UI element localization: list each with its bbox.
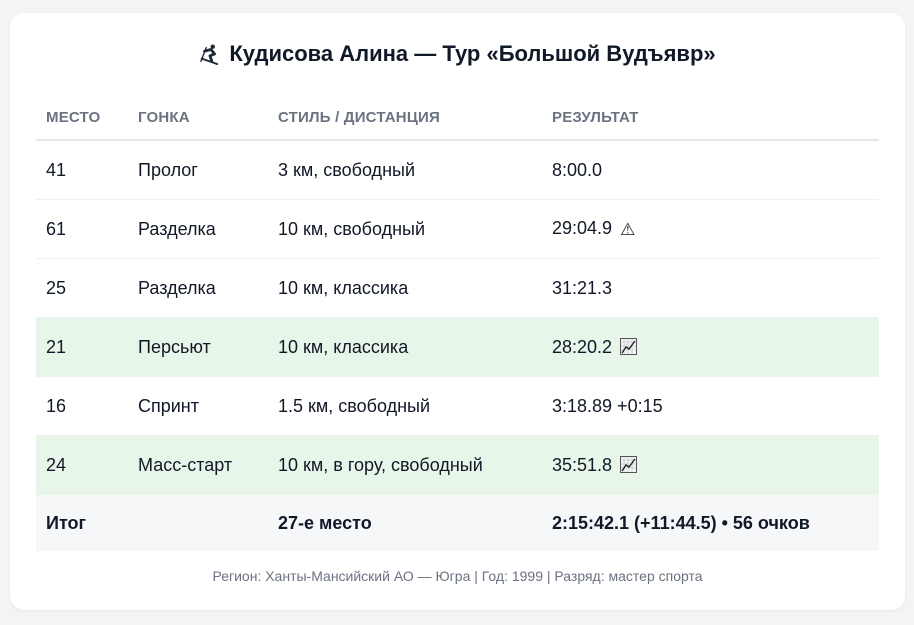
table-row: 24 Масс-старт 10 км, в гору, свободный 3… — [36, 435, 879, 495]
footer-info: Регион: Ханты-Мансийский АО — Югра | Год… — [212, 568, 703, 584]
cell-race: Разделка — [128, 199, 268, 259]
header-style: Стиль / дистанция — [268, 95, 542, 141]
table-row: 25 Разделка 10 км, классика 31:21.3 — [36, 258, 879, 318]
table-row: 21 Персьют 10 км, классика 28:20.2 — [36, 317, 879, 377]
warning-icon: ⚠ — [620, 220, 636, 239]
total-row: Итог 27-е место 2:15:42.1 (+11:44.5) • 5… — [36, 494, 879, 551]
cell-place: 24 — [36, 435, 128, 495]
results-card: Кудисова Алина — Тур «Большой Вудъявр» М… — [10, 13, 905, 610]
result-value: 31:21.3 — [552, 277, 613, 298]
table-row: 41 Пролог 3 км, свободный 8:00.0 — [36, 140, 879, 200]
results-table: Место Гонка Стиль / дистанция Результат … — [36, 95, 879, 551]
cell-style: 10 км, в гору, свободный — [268, 435, 542, 495]
cell-result: 28:20.2 — [542, 317, 879, 377]
title-text: Кудисова Алина — Тур «Большой Вудъявр» — [229, 41, 716, 66]
result-value: 3:18.89 +0:15 — [552, 395, 663, 416]
chart-up-icon — [620, 337, 638, 355]
result-value: 29:04.9 — [552, 218, 613, 238]
total-result: 2:15:42.1 (+11:44.5) • 56 очков — [542, 494, 879, 551]
cell-result: 3:18.89 +0:15 — [542, 376, 879, 436]
table-row: 16 Спринт 1.5 км, свободный 3:18.89 +0:1… — [36, 376, 879, 436]
cell-race: Разделка — [128, 258, 268, 318]
page-title: Кудисова Алина — Тур «Большой Вудъявр» — [10, 40, 905, 68]
cell-race: Персьют — [128, 317, 268, 377]
result-value: 35:51.8 — [552, 454, 613, 475]
result-value: 28:20.2 — [552, 336, 613, 357]
cell-place: 41 — [36, 140, 128, 200]
cell-place: 16 — [36, 376, 128, 436]
cell-style: 1.5 км, свободный — [268, 376, 542, 436]
cell-style: 3 км, свободный — [268, 140, 542, 200]
cell-style: 10 км, свободный — [268, 199, 542, 259]
total-place: 27-е место — [268, 494, 542, 551]
total-label: Итог — [36, 494, 128, 551]
cell-style: 10 км, классика — [268, 317, 542, 377]
cell-place: 25 — [36, 258, 128, 318]
table-row: 61 Разделка 10 км, свободный 29:04.9 ⚠ — [36, 199, 879, 259]
cell-style: 10 км, классика — [268, 258, 542, 318]
result-value: 8:00.0 — [552, 159, 603, 180]
header-race: Гонка — [128, 95, 268, 141]
chart-up-icon — [620, 455, 638, 473]
cell-race: Масс-старт — [128, 435, 268, 495]
cell-place: 61 — [36, 199, 128, 259]
header-place: Место — [36, 95, 128, 141]
table-header-row: Место Гонка Стиль / дистанция Результат — [36, 95, 879, 141]
cell-result: 29:04.9 ⚠ — [542, 199, 879, 259]
header-result: Результат — [542, 95, 879, 141]
skier-icon — [200, 44, 219, 65]
cell-race: Спринт — [128, 376, 268, 436]
cell-result: 35:51.8 — [542, 435, 879, 495]
cell-result: 31:21.3 — [542, 258, 879, 318]
cell-result: 8:00.0 — [542, 140, 879, 200]
total-race — [128, 494, 268, 551]
cell-place: 21 — [36, 317, 128, 377]
cell-race: Пролог — [128, 140, 268, 200]
